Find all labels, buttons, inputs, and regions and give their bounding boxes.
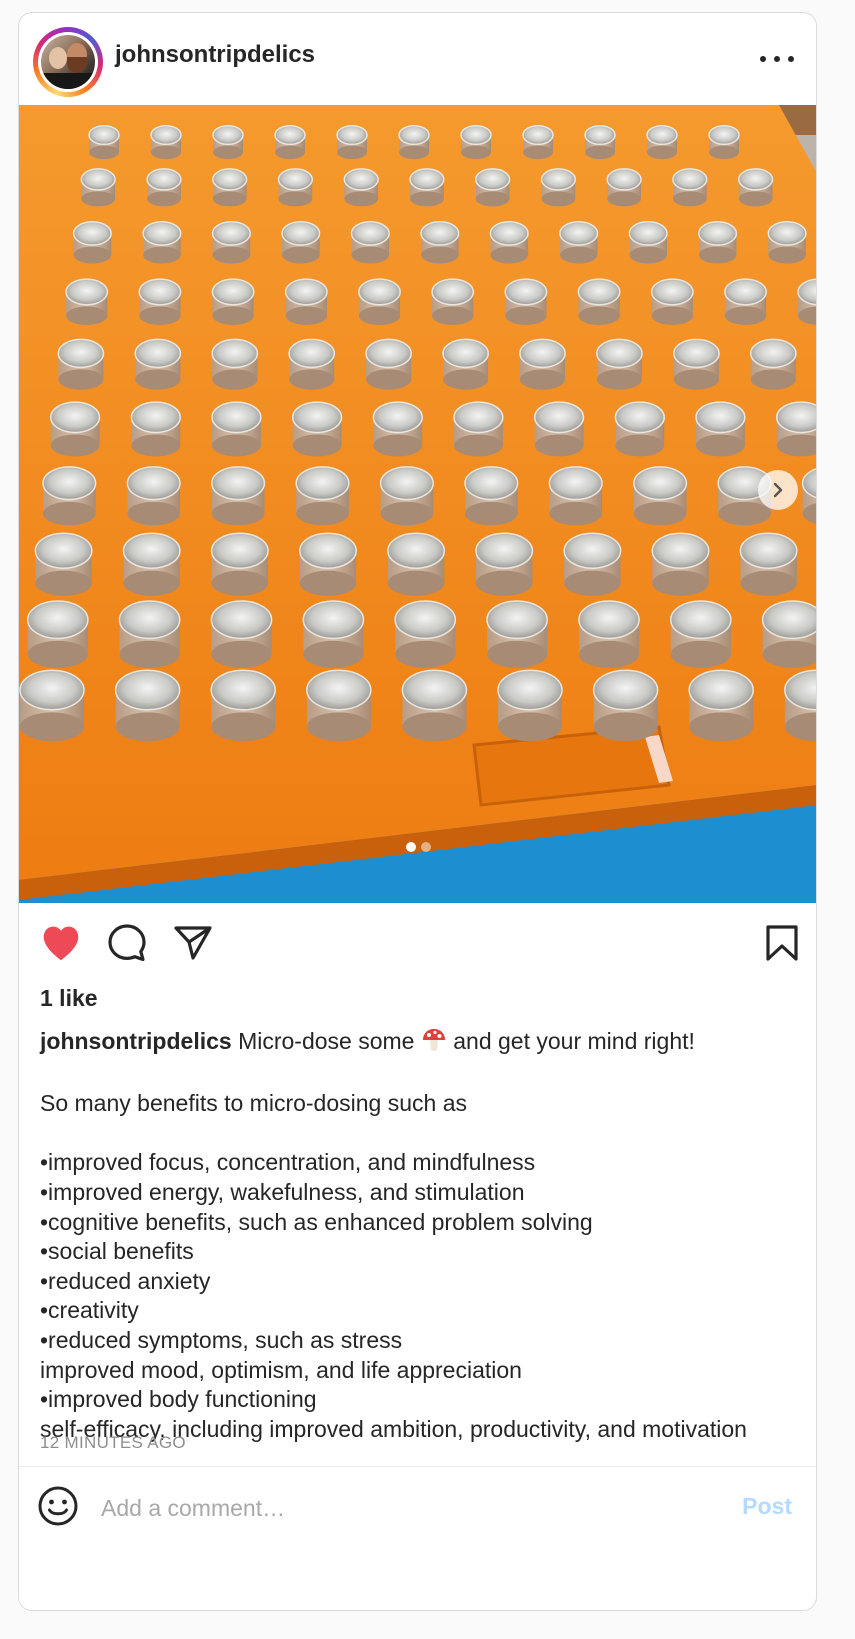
post-header: johnsontripdelics bbox=[19, 13, 816, 109]
caption-line: •improved energy, wakefulness, and stimu… bbox=[40, 1178, 525, 1205]
bookmark-icon[interactable] bbox=[760, 921, 804, 965]
comment-icon[interactable] bbox=[105, 921, 149, 965]
paper-plane-icon[interactable] bbox=[171, 921, 215, 965]
caption-text-end: and get your mind right! bbox=[453, 1028, 695, 1054]
chevron-right-icon[interactable] bbox=[758, 470, 798, 510]
carousel-indicator bbox=[19, 842, 816, 852]
caption-line: •improved body functioning bbox=[40, 1386, 317, 1413]
action-bar bbox=[19, 903, 816, 983]
post-username[interactable]: johnsontripdelics bbox=[115, 41, 315, 69]
carousel-dot-2 bbox=[421, 842, 431, 852]
post-comment-button[interactable]: Post bbox=[742, 1493, 792, 1520]
caption-line: •reduced symptoms, such as stress bbox=[40, 1326, 403, 1353]
caption-line: improved mood, optimism, and life apprec… bbox=[40, 1356, 522, 1383]
avatar-photo bbox=[41, 35, 95, 89]
mushroom-icon bbox=[421, 1028, 447, 1060]
post-caption: johnsontripdelics Micro-dose some and ge… bbox=[40, 1027, 800, 1444]
avatar[interactable] bbox=[33, 27, 103, 97]
post-card: johnsontripdelics 1 like johnsontripdeli… bbox=[18, 12, 817, 1611]
post-timestamp[interactable]: 12 MINUTES AGO bbox=[40, 1433, 186, 1453]
caption-line: •reduced anxiety bbox=[40, 1267, 211, 1294]
caption-username[interactable]: johnsontripdelics bbox=[40, 1028, 232, 1054]
caption-line: So many benefits to micro-dosing such as bbox=[40, 1090, 467, 1117]
like-count[interactable]: 1 like bbox=[40, 985, 98, 1012]
caption-line: •improved focus, concentration, and mind… bbox=[40, 1149, 536, 1176]
caption-line: •social benefits bbox=[40, 1238, 194, 1265]
smiley-icon[interactable] bbox=[37, 1485, 81, 1529]
heart-filled-icon[interactable] bbox=[39, 921, 83, 965]
comment-input[interactable] bbox=[99, 1489, 683, 1527]
caption-line: •cognitive benefits, such as enhanced pr… bbox=[40, 1208, 593, 1235]
caption-line: •creativity bbox=[40, 1297, 139, 1324]
more-options-icon[interactable] bbox=[760, 47, 794, 71]
carousel-dot-1 bbox=[406, 842, 416, 852]
caption-text-start: Micro-dose some bbox=[238, 1028, 415, 1054]
comment-box: Post bbox=[19, 1467, 816, 1547]
caption-first-line: johnsontripdelics Micro-dose some and ge… bbox=[40, 1027, 800, 1060]
post-image bbox=[19, 105, 816, 903]
